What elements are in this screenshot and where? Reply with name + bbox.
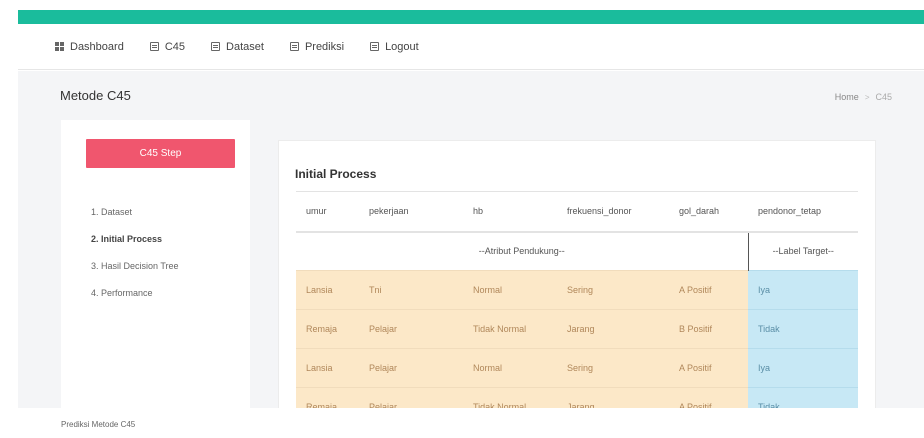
- nav-logout[interactable]: Logout: [370, 41, 419, 53]
- table-cell: Sering: [557, 270, 669, 310]
- table-cell: Sering: [557, 348, 669, 388]
- column-header: pekerjaan: [359, 191, 463, 232]
- column-header: frekuensi_donor: [557, 191, 669, 232]
- top-navigation: Dashboard C45 Dataset Prediksi Logout: [18, 24, 924, 70]
- table-row: Lansia Pelajar Normal Sering A Positif I…: [296, 348, 858, 388]
- column-header: gol_darah: [669, 191, 748, 232]
- breadcrumb-separator-icon: >: [864, 92, 870, 102]
- top-accent-bar: [18, 10, 924, 24]
- nav-prediksi[interactable]: Prediksi: [289, 40, 345, 53]
- nav-dashboard-label: Dashboard: [70, 40, 124, 53]
- steps-list: 1. Dataset 2. Initial Process 3. Hasil D…: [91, 206, 179, 314]
- initial-process-card: Initial Process umur pekerjaan hb frekue…: [278, 140, 876, 427]
- target-cell: Iya: [748, 270, 858, 310]
- table-row: Lansia Tni Normal Sering A Positif Iya: [296, 270, 858, 310]
- table-cell: Tni: [359, 270, 463, 310]
- nav-dashboard[interactable]: Dashboard: [55, 41, 124, 53]
- table-header-row: umur pekerjaan hb frekuensi_donor gol_da…: [296, 191, 858, 232]
- table-cell: Lansia: [296, 348, 359, 388]
- c45-step-button[interactable]: C45 Step: [86, 139, 235, 168]
- step-dataset[interactable]: 1. Dataset: [91, 206, 179, 233]
- table-cell: Pelajar: [359, 309, 463, 349]
- steps-card: C45 Step 1. Dataset 2. Initial Process 3…: [61, 120, 250, 408]
- footer-bar: [18, 408, 924, 438]
- breadcrumb-home[interactable]: Home: [835, 92, 859, 102]
- column-header: hb: [463, 191, 557, 232]
- document-icon: [149, 42, 159, 51]
- grid-icon: [55, 42, 64, 51]
- table-cell: A Positif: [669, 270, 748, 310]
- document-icon: [370, 42, 380, 51]
- nav-c45-label: C45: [164, 40, 186, 53]
- initial-process-table: umur pekerjaan hb frekuensi_donor gol_da…: [296, 191, 858, 427]
- page-title: Metode C45: [60, 88, 131, 103]
- group-header-row: --Atribut Pendukung-- --Label Target--: [296, 230, 858, 271]
- table-cell: Pelajar: [359, 348, 463, 388]
- step-initial-process[interactable]: 2. Initial Process: [91, 233, 179, 260]
- column-header: pendonor_tetap: [748, 191, 858, 232]
- attribute-group-label: --Atribut Pendukung--: [296, 230, 748, 271]
- nav-logout-label: Logout: [385, 40, 419, 53]
- target-cell: Iya: [748, 348, 858, 388]
- document-icon: [211, 42, 221, 51]
- step-performance[interactable]: 4. Performance: [91, 287, 179, 314]
- nav-dataset[interactable]: Dataset: [211, 41, 264, 53]
- nav-dataset-label: Dataset: [226, 40, 264, 53]
- table-cell: Lansia: [296, 270, 359, 310]
- table-cell: Jarang: [557, 309, 669, 349]
- table-cell: A Positif: [669, 348, 748, 388]
- column-header: umur: [296, 191, 359, 232]
- card-title: Initial Process: [295, 167, 377, 181]
- table-cell: B Positif: [669, 309, 748, 349]
- table-row: Remaja Pelajar Tidak Normal Jarang B Pos…: [296, 309, 858, 349]
- target-group-label: --Label Target--: [747, 230, 858, 271]
- breadcrumb-current: C45: [875, 92, 892, 102]
- table-cell: Normal: [463, 348, 557, 388]
- nav-prediksi-label: Prediksi: [304, 40, 345, 53]
- breadcrumb: Home > C45: [835, 92, 892, 102]
- table-cell: Remaja: [296, 309, 359, 349]
- step-hasil-decision-tree[interactable]: 3. Hasil Decision Tree: [91, 260, 179, 287]
- table-cell: Tidak Normal: [463, 309, 557, 349]
- footer-text: Prediksi Metode C45: [61, 420, 136, 429]
- document-icon: [289, 42, 299, 51]
- nav-c45[interactable]: C45: [149, 40, 186, 53]
- target-cell: Tidak: [748, 309, 858, 349]
- table-cell: Normal: [463, 270, 557, 310]
